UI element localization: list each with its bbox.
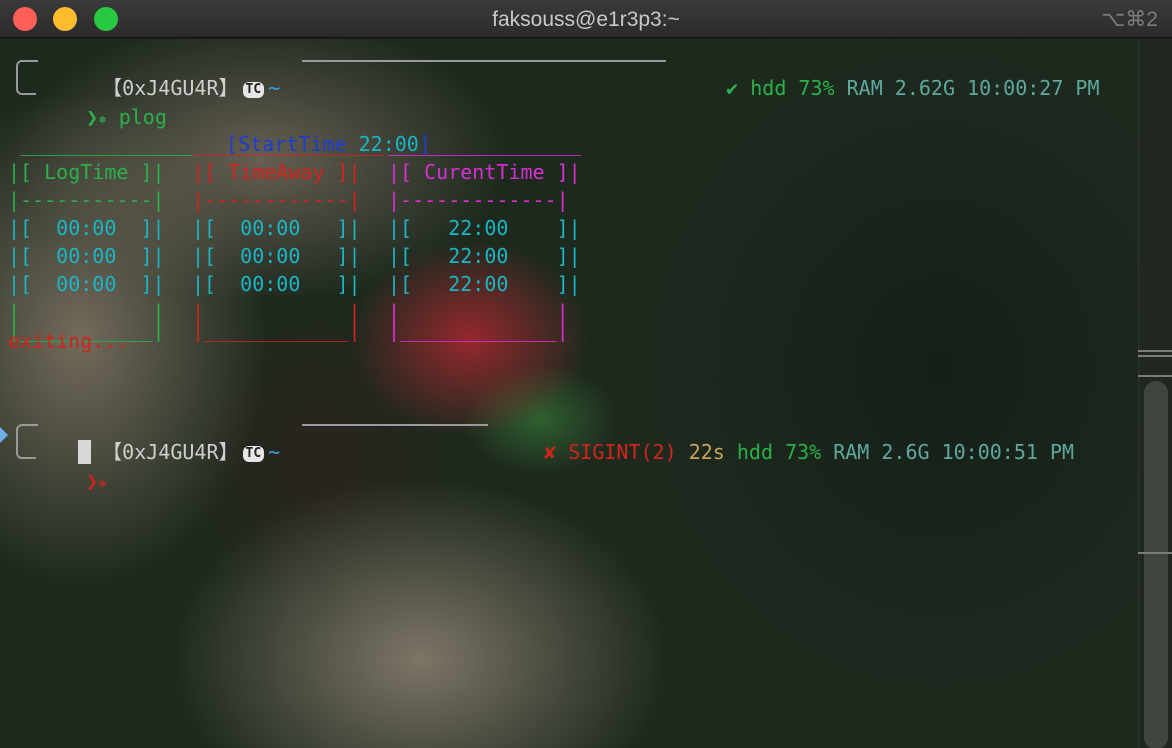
prompt-frame-bottom: [16, 81, 36, 95]
scroll-mark: [1138, 350, 1172, 352]
curenttime-top: ________________: [388, 132, 581, 156]
scroll-mark: [1138, 375, 1172, 377]
os-badge-icon: TC: [242, 81, 265, 98]
helm-icon: ⎈: [98, 476, 107, 492]
command-text: plog: [118, 105, 167, 129]
timeaway-separator: |------------|: [192, 188, 361, 212]
logtime-row: |[ 00:00 ]|: [8, 272, 165, 296]
timeaway-row: |[ 00:00 ]|: [192, 216, 361, 240]
os-badge-icon: TC: [242, 445, 265, 462]
terminal-content[interactable]: 【0xJ4GU4R】 TC ~ ✔ hdd 73% RAM 2.62G 10:00:…: [0, 39, 1138, 748]
text-cursor[interactable]: [78, 440, 91, 464]
prompt2-user: 【0xJ4GU4R】: [102, 440, 239, 464]
logtime-top: _______________: [8, 132, 201, 156]
prompt1-input-line: ❯⎈ plog: [38, 75, 167, 129]
timeaway-row: |[ 00:00 ]|: [192, 244, 361, 268]
timeaway-top: ________________: [192, 132, 385, 156]
exiting-message: exiting...: [8, 329, 129, 353]
prompt-arrow-icon: ❯: [86, 105, 99, 129]
scrollbar-track[interactable]: [1138, 39, 1172, 748]
logtime-row: |[ 00:00 ]|: [8, 216, 165, 240]
window-title: faksouss@e1r3p3:~: [492, 8, 680, 31]
timeaway-bottom: |____________|: [192, 318, 361, 342]
prompt1-status: ✔ hdd 73% RAM 2.62G 10:00:27 PM: [678, 46, 1099, 100]
prompt1-ram: RAM 2.62G: [846, 76, 955, 100]
curenttime-row: |[ 22:00 ]|: [388, 216, 581, 240]
prompt2-dir: ~: [268, 440, 281, 464]
prompt1-rule: [302, 60, 666, 62]
curenttime-row: |[ 22:00 ]|: [388, 272, 581, 296]
prompt2-status: ✘ SIGINT(2) 22s hdd 73% RAM 2.6G 10:00:5…: [496, 410, 1074, 464]
prompt2-ram: RAM 2.6G: [833, 440, 930, 464]
prompt2-input-line: ❯⎈: [38, 439, 106, 493]
prompt2-duration: 22s: [688, 440, 725, 464]
logtime-row: |[ 00:00 ]|: [8, 244, 165, 268]
prompt1-dir: ~: [268, 76, 281, 100]
curenttime-header: |[ CurentTime ]|: [388, 160, 581, 184]
prompt1-header: 【0xJ4GU4R】 TC ~: [54, 46, 280, 100]
timeaway-row: |[ 00:00 ]|: [192, 272, 361, 296]
prompt2-time: 10:00:51 PM: [941, 440, 1075, 464]
logtime-separator: |-----------|: [8, 188, 165, 212]
scroll-mark: [1138, 552, 1172, 554]
title-bar: faksouss@e1r3p3:~ ⌥⌘2: [0, 0, 1172, 38]
prompt2-header: 【0xJ4GU4R】 TC ~: [54, 410, 280, 464]
prompt-arrow-icon: ❯: [86, 469, 99, 493]
prompt1-hdd: hdd 73%: [750, 76, 835, 100]
curenttime-bottom: |_____________|: [388, 318, 569, 342]
helm-icon: ⎈: [98, 112, 107, 128]
prompt1-time: 10:00:27 PM: [967, 76, 1100, 100]
prompt2-hdd: hdd 73%: [736, 440, 822, 464]
tab-shortcut-label: ⌥⌘2: [1101, 8, 1158, 31]
prompt2-rule: [302, 424, 488, 426]
scrollbar-thumb[interactable]: [1144, 381, 1168, 748]
error-cross-icon: ✘: [544, 440, 557, 464]
prompt-frame-bottom: [16, 445, 36, 459]
logtime-header: |[ LogTime ]|: [8, 160, 165, 184]
timeaway-header: |[ TimeAway ]|: [192, 160, 361, 184]
curenttime-separator: |-------------|: [388, 188, 569, 212]
success-check-icon: ✔: [726, 76, 739, 100]
curenttime-row: |[ 22:00 ]|: [388, 244, 581, 268]
scroll-mark: [1138, 355, 1172, 357]
start-time-line: [StartTime 22:00]: [178, 102, 431, 156]
prompt2-signal: SIGINT(2): [568, 440, 677, 464]
mark-indicator-icon: [0, 427, 8, 443]
